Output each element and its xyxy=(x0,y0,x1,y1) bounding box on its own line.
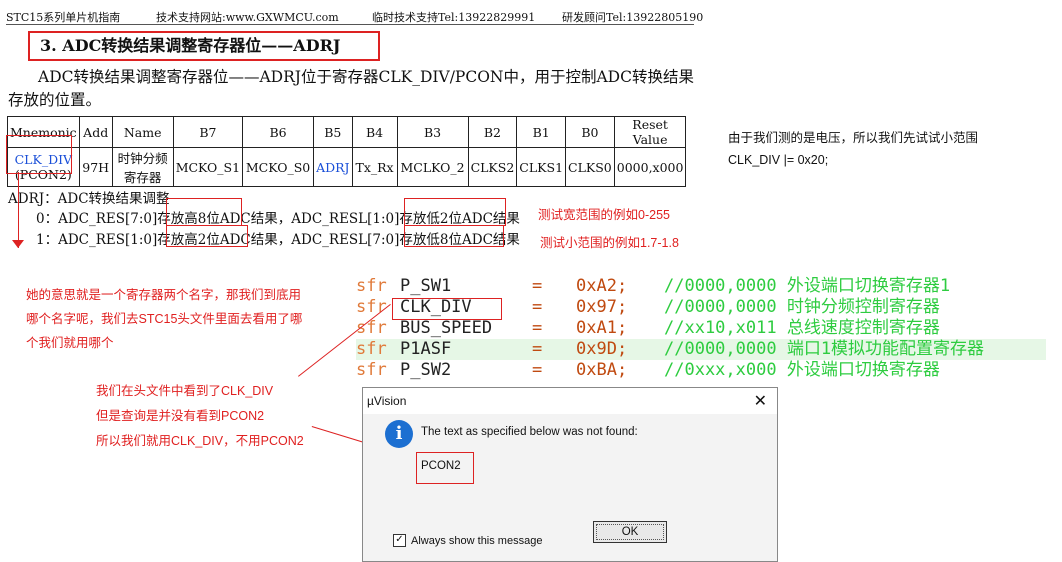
th-b6: B6 xyxy=(242,116,315,148)
side-note-range: 由于我们测的是电压，所以我们先试试小范围 xyxy=(728,131,979,145)
cell-b2: CLKS2 xyxy=(467,147,518,187)
ok-button[interactable]: OK xyxy=(593,521,667,543)
code-address: 0xBA; xyxy=(576,360,628,380)
header-file-excerpt: sfr P_SW1 = 0xA2; //0000,0000 外设端口切换寄存器1… xyxy=(356,276,1046,380)
arrow-head-icon xyxy=(12,240,24,248)
cell-b1: CLKS1 xyxy=(516,147,567,187)
mnemonic-highlight-box xyxy=(6,135,72,174)
code-keyword: sfr xyxy=(356,318,387,338)
intro-paragraph: ADC转换结果调整寄存器位——ADRJ位于寄存器CLK_DIV/PCON中，用于… xyxy=(8,68,694,109)
th-b2: B2 xyxy=(467,116,518,148)
code-equals: = xyxy=(532,360,543,380)
code-comment: //xx10,x011 总线速度控制寄存器 xyxy=(664,318,940,338)
cell-add: 97H xyxy=(78,147,113,187)
header-website: 技术支持网站:www.GXWMCU.com xyxy=(156,11,339,24)
th-reset: Reset Value xyxy=(613,116,687,148)
code-line: sfr P_SW2 = 0xBA; //0xxx,x000 外设端口切换寄存器 xyxy=(356,360,1046,380)
cell-b3: MCLKO_2 xyxy=(396,147,469,187)
header-consultant: 研发顾问Tel:13922805190 xyxy=(562,11,704,24)
code-name: P_SW1 xyxy=(400,276,452,296)
th-b1: B1 xyxy=(516,116,567,148)
code-comment: //0000,0000 外设端口切换寄存器1 xyxy=(664,276,951,296)
side-note-code: CLK_DIV |= 0x20; xyxy=(728,153,829,167)
dialog-message: The text as specified below was not foun… xyxy=(421,426,638,438)
code-keyword: sfr xyxy=(356,360,387,380)
code-keyword: sfr xyxy=(356,339,387,359)
th-add: Add xyxy=(78,116,113,148)
code-line: sfr BUS_SPEED = 0xA1; //xx10,x011 总线速度控制… xyxy=(356,318,1046,339)
code-comment: //0000,0000 时钟分频控制寄存器 xyxy=(664,297,940,317)
close-icon[interactable]: ✕ xyxy=(754,391,767,411)
finding-line-2: 但是查询是并没有看到PCON2 xyxy=(96,409,265,423)
cell-b6: MCKO_S0 xyxy=(242,147,315,187)
finding-line-3: 所以我们就用CLK_DIV，不用PCON2 xyxy=(96,434,304,448)
code-address: 0xA1; xyxy=(576,318,628,338)
code-keyword: sfr xyxy=(356,276,387,296)
high8-highlight-box xyxy=(166,198,242,226)
code-name: P1ASF xyxy=(400,339,452,359)
cell-reset: 0000,x000 xyxy=(613,147,687,187)
question-line-2: 哪个名字呢，我们去STC15头文件里面去看用了哪 xyxy=(26,312,303,326)
wide-range-note: 测试宽范围的例如0-255 xyxy=(538,208,670,222)
cell-b7: MCKO_S1 xyxy=(172,147,244,187)
name-line-2: 寄存器 xyxy=(123,170,162,185)
code-equals: = xyxy=(532,318,543,338)
section-title: 3. ADC转换结果调整寄存器位——ADRJ xyxy=(28,31,380,61)
header-book: STC15系列单片机指南 xyxy=(6,11,121,24)
cell-name: 时钟分频 寄存器 xyxy=(111,147,174,187)
code-line: sfr P_SW1 = 0xA2; //0000,0000 外设端口切换寄存器1 xyxy=(356,276,1046,297)
code-comment: //0xxx,x000 外设端口切换寄存器 xyxy=(664,360,940,380)
clk-div-highlight-box xyxy=(392,298,502,320)
low2-highlight-box xyxy=(404,198,506,226)
code-equals: = xyxy=(532,276,543,296)
document-header: STC15系列单片机指南 技术支持网站:www.GXWMCU.com 临时技术支… xyxy=(6,6,703,25)
th-name: Name xyxy=(111,116,174,148)
pcon2-highlight-box xyxy=(416,452,474,484)
info-icon: i xyxy=(385,420,413,448)
question-line-3: 个我们就用哪个 xyxy=(26,336,114,350)
high2-highlight-box xyxy=(166,225,248,247)
th-b0: B0 xyxy=(565,116,615,148)
question-line-1: 她的意思就是一个寄存器两个名字，那我们到底用 xyxy=(26,288,302,302)
cell-b4: Tx_Rx xyxy=(351,147,398,187)
narrow-range-note: 测试小范围的例如1.7-1.8 xyxy=(540,236,679,250)
code-name: BUS_SPEED xyxy=(400,318,493,338)
table-row: CLK_DIV (PCON2) 97H 时钟分频 寄存器 MCKO_S1 MCK… xyxy=(7,147,687,187)
th-b5: B5 xyxy=(313,116,353,148)
code-address: 0x9D; xyxy=(576,339,628,359)
code-equals: = xyxy=(532,297,543,317)
code-keyword: sfr xyxy=(356,297,387,317)
code-line-highlighted: sfr P1ASF = 0x9D; //0000,0000 端口1模拟功能配置寄… xyxy=(356,339,1046,360)
code-comment: //0000,0000 端口1模拟功能配置寄存器 xyxy=(664,339,985,359)
th-b4: B4 xyxy=(351,116,398,148)
adrj-title: ADRJ：ADC转换结果调整 xyxy=(8,191,170,207)
finding-line-1: 我们在头文件中看到了CLK_DIV xyxy=(96,384,274,398)
always-show-checkbox[interactable]: ✓ xyxy=(393,534,406,547)
register-table: Mnemonic Add Name B7 B6 B5 B4 B3 B2 B1 B… xyxy=(7,116,687,187)
th-b3: B3 xyxy=(396,116,469,148)
code-address: 0xA2; xyxy=(576,276,628,296)
table-header-row: Mnemonic Add Name B7 B6 B5 B4 B3 B2 B1 B… xyxy=(7,116,687,148)
low8-highlight-box xyxy=(404,225,504,247)
name-line-1: 时钟分频 xyxy=(117,151,168,166)
code-name: P_SW2 xyxy=(400,360,452,380)
cell-b0: CLKS0 xyxy=(565,147,615,187)
code-address: 0x97; xyxy=(576,297,628,317)
cell-b5-adrj: ADRJ xyxy=(313,147,353,187)
th-b7: B7 xyxy=(172,116,244,148)
code-equals: = xyxy=(532,339,543,359)
dialog-title: µVision xyxy=(367,394,407,408)
always-show-label: Always show this message xyxy=(411,535,543,547)
header-support: 临时技术支持Tel:13922829991 xyxy=(372,11,536,24)
down-arrow-icon xyxy=(18,172,19,248)
dialog-titlebar: µVision ✕ xyxy=(363,388,777,414)
